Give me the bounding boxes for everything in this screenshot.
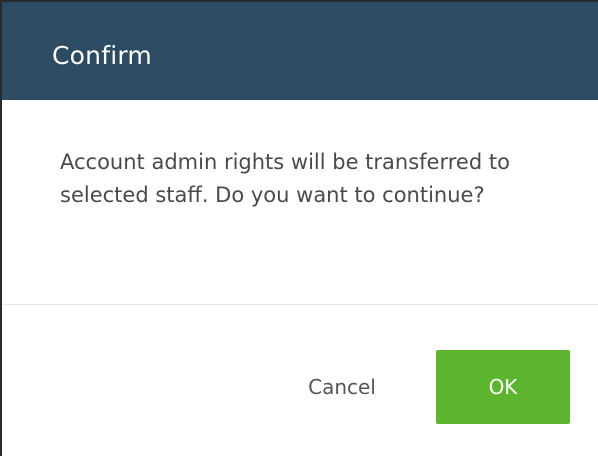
dialog-message: Account admin rights will be transferred…	[60, 150, 510, 207]
dialog-header: Confirm	[2, 2, 598, 100]
cancel-button[interactable]: Cancel	[282, 350, 402, 424]
dialog-title: Confirm	[52, 41, 152, 70]
ok-button[interactable]: OK	[436, 350, 570, 424]
confirm-dialog: Confirm Account admin rights will be tra…	[0, 0, 598, 456]
footer-divider	[2, 304, 598, 305]
